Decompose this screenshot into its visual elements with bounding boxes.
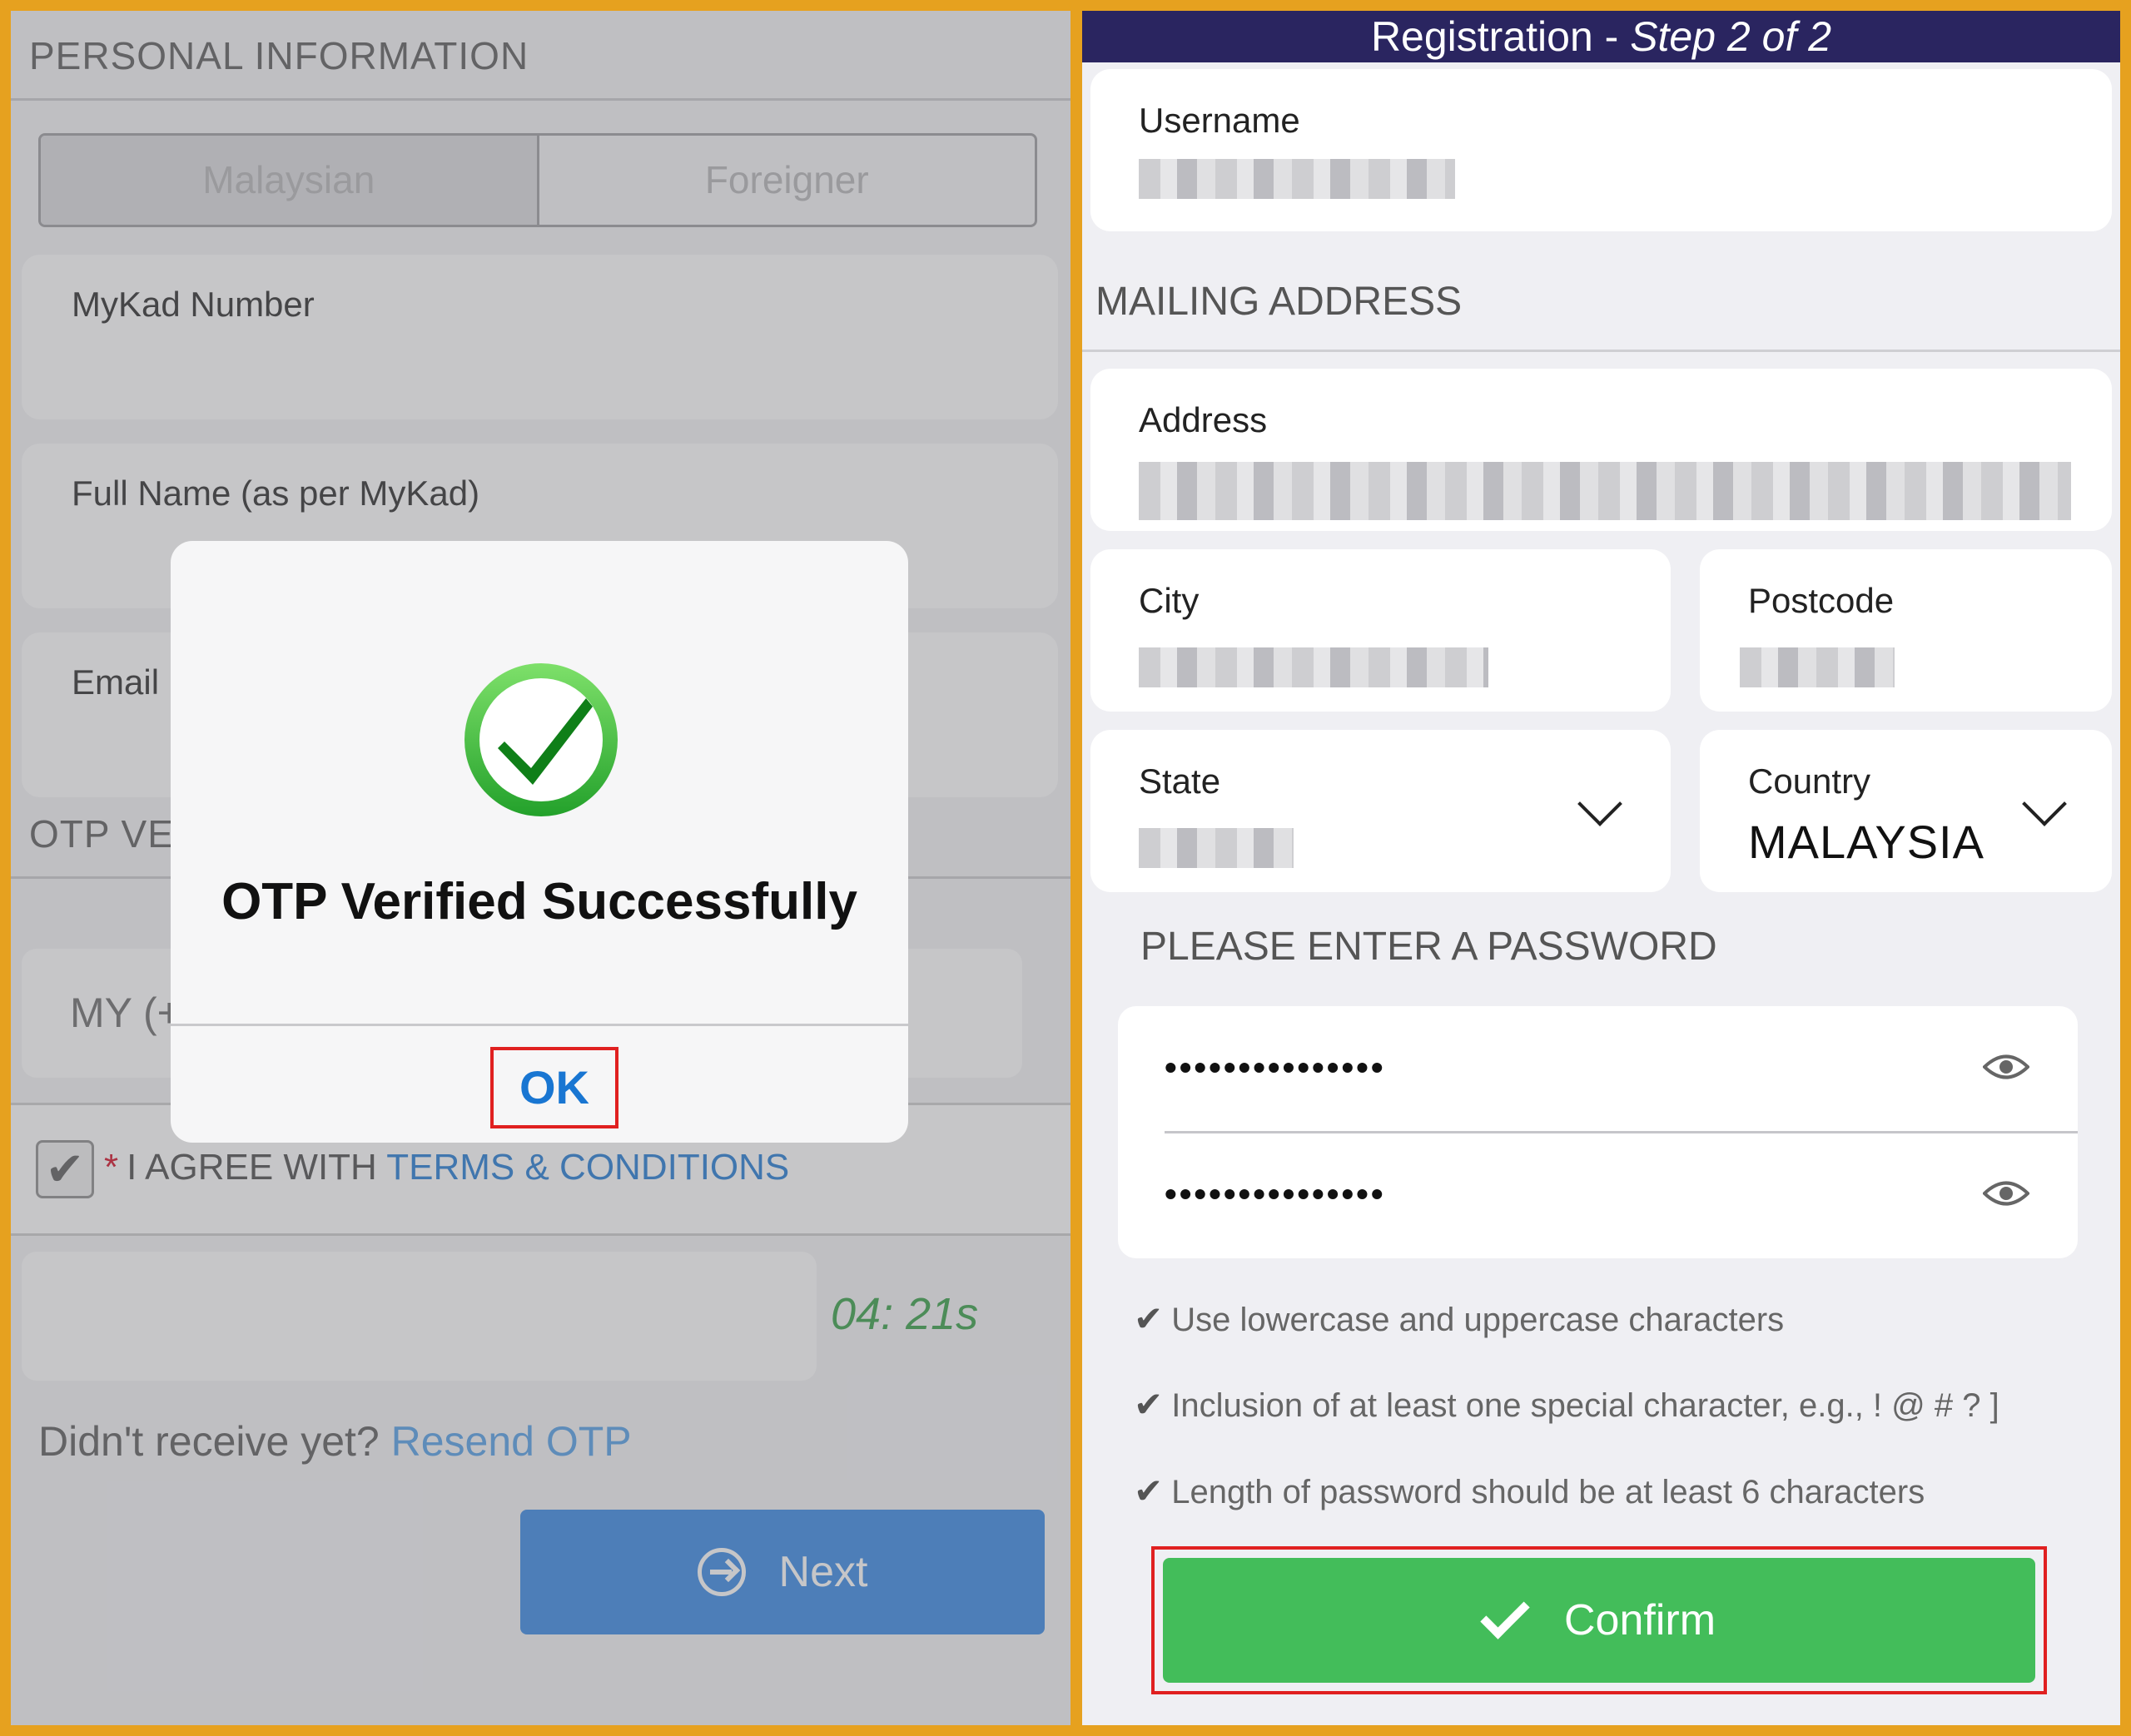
confirm-password-field[interactable]: ••••••••••••••• xyxy=(1165,1133,2078,1257)
mailing-address-header: MAILING ADDRESS xyxy=(1082,252,2120,352)
header-title: Registration - xyxy=(1370,13,1631,60)
country-select[interactable]: Country MALAYSIA xyxy=(1700,730,2112,892)
username-value-redacted xyxy=(1139,159,1455,199)
password-rule: ✔ Use lowercase and uppercase characters xyxy=(1134,1298,1784,1339)
eye-icon[interactable] xyxy=(1983,1179,2029,1208)
username-field[interactable]: Username xyxy=(1090,69,2112,231)
registration-step2-screen: Registration - Step 2 of 2 Username MAIL… xyxy=(1082,11,2120,1725)
dialog-title: OTP Verified Successfully xyxy=(221,873,857,930)
city-value-redacted xyxy=(1139,647,1488,687)
confirm-label: Confirm xyxy=(1563,1596,1716,1644)
address-value-redacted xyxy=(1139,462,2071,520)
chevron-down-icon xyxy=(2022,781,2067,826)
chevron-down-icon xyxy=(1577,781,1622,826)
check-icon: ✔ xyxy=(1134,1471,1164,1510)
password-rule: ✔ Length of password should be at least 6… xyxy=(1134,1471,1925,1511)
check-icon xyxy=(1480,1590,1530,1639)
confirm-button[interactable]: Confirm xyxy=(1163,1558,2035,1683)
password-rule: ✔ Inclusion of at least one special chara… xyxy=(1134,1384,1999,1425)
country-label: Country xyxy=(1748,761,1871,801)
check-icon: ✔ xyxy=(1134,1385,1164,1424)
eye-icon[interactable] xyxy=(1983,1053,2029,1081)
state-select[interactable]: State xyxy=(1090,730,1671,892)
rule-text: Length of password should be at least 6 … xyxy=(1171,1474,1925,1510)
check-circle-icon xyxy=(464,663,618,816)
dialog-divider xyxy=(171,1024,908,1026)
postcode-value-redacted xyxy=(1740,647,1895,687)
address-label: Address xyxy=(1139,400,1268,439)
confirm-password-value: ••••••••••••••• xyxy=(1165,1174,1386,1213)
postcode-label: Postcode xyxy=(1748,581,1895,620)
city-field[interactable]: City xyxy=(1090,549,1671,712)
rule-text: Inclusion of at least one special charac… xyxy=(1171,1387,1999,1424)
address-field[interactable]: Address xyxy=(1090,369,2112,531)
password-card: ••••••••••••••• ••••••••••••••• xyxy=(1118,1006,2078,1258)
country-value: MALAYSIA xyxy=(1748,816,1984,868)
password-header: PLEASE ENTER A PASSWORD xyxy=(1140,925,1717,969)
header-step: Step 2 of 2 xyxy=(1630,13,1832,60)
otp-verification-screen: PERSONAL INFORMATION Malaysian Foreigner… xyxy=(11,11,1070,1725)
password-field[interactable]: ••••••••••••••• xyxy=(1165,1006,2078,1131)
state-label: State xyxy=(1139,761,1221,801)
city-label: City xyxy=(1139,581,1200,620)
username-label: Username xyxy=(1139,101,1300,140)
otp-success-dialog: OTP Verified Successfully OK xyxy=(171,541,908,1143)
check-icon: ✔ xyxy=(1134,1299,1164,1338)
rule-text: Use lowercase and uppercase characters xyxy=(1171,1302,1785,1338)
registration-header: Registration - Step 2 of 2 xyxy=(1082,11,2120,62)
ok-button[interactable]: OK xyxy=(490,1047,618,1128)
password-value: ••••••••••••••• xyxy=(1165,1048,1386,1087)
state-value-redacted xyxy=(1139,828,1294,868)
postcode-field[interactable]: Postcode xyxy=(1700,549,2112,712)
